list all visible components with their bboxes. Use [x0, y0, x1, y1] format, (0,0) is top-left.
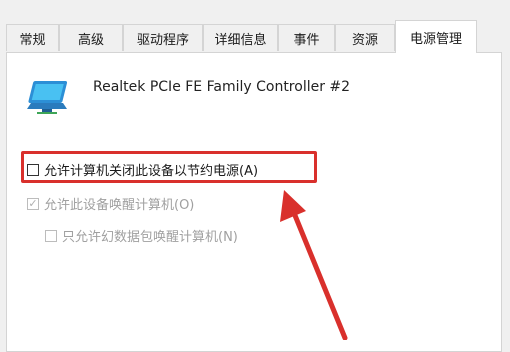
tab-label: 高级: [77, 32, 104, 48]
allow-wake-checkbox: ✓: [27, 197, 39, 210]
magic-packet-checkbox: [45, 229, 57, 242]
network-adapter-icon: [27, 81, 68, 114]
tab-events[interactable]: 事件: [278, 24, 335, 51]
tab-label: 资源: [351, 32, 378, 48]
magic-packet-label: 只允许幻数据包唤醒计算机(N): [62, 230, 238, 245]
tab-label: 驱动程序: [136, 32, 189, 48]
tab-general[interactable]: 常规: [6, 24, 59, 51]
tab-label: 常规: [19, 32, 46, 48]
tab-bar: 常规 高级 驱动程序 详细信息 事件 资源 电源管理: [6, 20, 502, 53]
tab-details[interactable]: 详细信息: [203, 24, 278, 51]
tab-label: 详细信息: [214, 32, 267, 48]
tab-driver[interactable]: 驱动程序: [123, 24, 203, 51]
tab-label: 事件: [293, 32, 320, 48]
tab-resources[interactable]: 资源: [335, 24, 395, 51]
allow-wake-label: 允许此设备唤醒计算机(O): [44, 198, 195, 213]
allow-wake-option: ✓ 允许此设备唤醒计算机(O): [27, 194, 194, 213]
magic-packet-option: 只允许幻数据包唤醒计算机(N): [45, 226, 238, 245]
tab-advanced[interactable]: 高级: [59, 24, 123, 51]
checkmark-icon: ✓: [28, 197, 38, 210]
tab-power-management[interactable]: 电源管理: [395, 20, 477, 53]
power-management-panel: Realtek PCIe FE Family Controller #2 允许计…: [6, 52, 502, 352]
annotation-highlight-box: [21, 151, 317, 183]
tab-label: 电源管理: [409, 31, 462, 47]
device-name: Realtek PCIe FE Family Controller #2: [93, 79, 351, 95]
